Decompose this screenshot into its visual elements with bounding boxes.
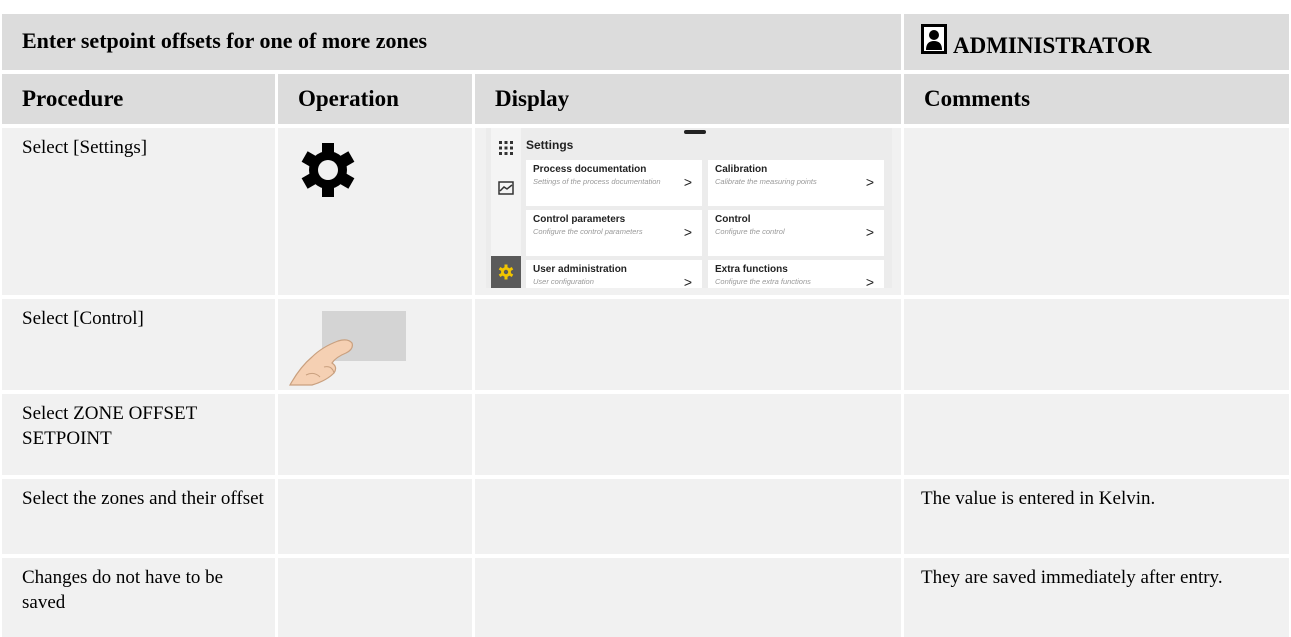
- procedure-cell: Select the zones and their offset: [2, 479, 275, 554]
- tile-calibration[interactable]: Calibration Calibrate the measuring poin…: [708, 160, 884, 206]
- table-row: Select [Control]: [0, 299, 1291, 390]
- tile-subtitle: Configure the extra functions: [715, 277, 811, 286]
- comment-cell: The value is entered in Kelvin.: [904, 479, 1289, 554]
- column-header-display: Display: [475, 74, 901, 124]
- settings-screen-thumbnail: Settings Process documentation Settings …: [486, 128, 892, 288]
- chevron-right-icon: >: [683, 224, 692, 240]
- display-cell: [475, 394, 901, 475]
- comment-cell: [904, 394, 1289, 475]
- operation-cell: [278, 479, 472, 554]
- chevron-right-icon: >: [865, 174, 874, 190]
- operation-cell: [278, 128, 472, 295]
- tile-extra-functions[interactable]: Extra functions Configure the extra func…: [708, 260, 884, 288]
- title-row: Enter setpoint offsets for one of more z…: [0, 14, 1291, 70]
- tile-subtitle: Settings of the process documentation: [533, 177, 661, 186]
- chevron-right-icon: >: [683, 274, 692, 288]
- notch: [684, 130, 706, 134]
- tile-subtitle: Configure the control: [715, 227, 785, 236]
- role-badge: ADMINISTRATOR: [904, 14, 1289, 70]
- tile-subtitle: Configure the control parameters: [533, 227, 643, 236]
- gear-icon: [498, 264, 514, 280]
- table-row: Changes do not have to be saved They are…: [0, 558, 1291, 637]
- column-header-row: Procedure Operation Display Comments: [0, 74, 1291, 124]
- tile-user-administration[interactable]: User administration User configuration >: [526, 260, 702, 288]
- display-cell: [475, 558, 901, 637]
- tile-title: Process documentation: [533, 164, 647, 175]
- gear-icon: [301, 143, 355, 197]
- tile-title: Control parameters: [533, 214, 626, 225]
- procedure-table: Enter setpoint offsets for one of more z…: [0, 0, 1291, 637]
- column-header-operation: Operation: [278, 74, 472, 124]
- chevron-right-icon: >: [683, 174, 692, 190]
- comment-cell: They are saved immediately after entry.: [904, 558, 1289, 637]
- column-header-procedure: Procedure: [2, 74, 275, 124]
- chevron-right-icon: >: [865, 224, 874, 240]
- display-cell: [475, 299, 901, 390]
- column-header-comments: Comments: [904, 74, 1289, 124]
- tile-control-parameters[interactable]: Control parameters Configure the control…: [526, 210, 702, 256]
- table-title: Enter setpoint offsets for one of more z…: [2, 14, 901, 70]
- comment-cell: [904, 299, 1289, 390]
- role-label: ADMINISTRATOR: [953, 32, 1152, 58]
- tile-subtitle: User configuration: [533, 277, 594, 286]
- comment-cell: [904, 128, 1289, 295]
- chevron-right-icon: >: [865, 274, 874, 288]
- procedure-cell: Select [Settings]: [2, 128, 275, 295]
- tile-title: User administration: [533, 264, 627, 275]
- settings-title: Settings: [526, 138, 574, 152]
- grid-icon: [499, 141, 513, 155]
- table-row: Select the zones and their offset The va…: [0, 479, 1291, 554]
- tile-control[interactable]: Control Configure the control >: [708, 210, 884, 256]
- active-nav-item: [491, 256, 521, 288]
- operation-cell: [278, 558, 472, 637]
- procedure-cell: Changes do not have to be saved: [2, 558, 275, 637]
- tile-title: Control: [715, 214, 751, 225]
- operation-cell: [278, 394, 472, 475]
- user-icon: [921, 24, 947, 54]
- tile-title: Calibration: [715, 164, 768, 175]
- thumbnail-sidebar: [491, 128, 521, 288]
- procedure-cell: Select ZONE OFFSET SETPOINT: [2, 394, 275, 475]
- tile-process-documentation[interactable]: Process documentation Settings of the pr…: [526, 160, 702, 206]
- finger-tap-icon: [288, 311, 406, 386]
- chart-icon: [498, 181, 514, 195]
- table-row: Select ZONE OFFSET SETPOINT: [0, 394, 1291, 475]
- procedure-cell: Select [Control]: [2, 299, 275, 390]
- display-cell: [475, 479, 901, 554]
- tile-title: Extra functions: [715, 264, 788, 275]
- operation-cell: [278, 299, 472, 390]
- tile-subtitle: Calibrate the measuring points: [715, 177, 817, 186]
